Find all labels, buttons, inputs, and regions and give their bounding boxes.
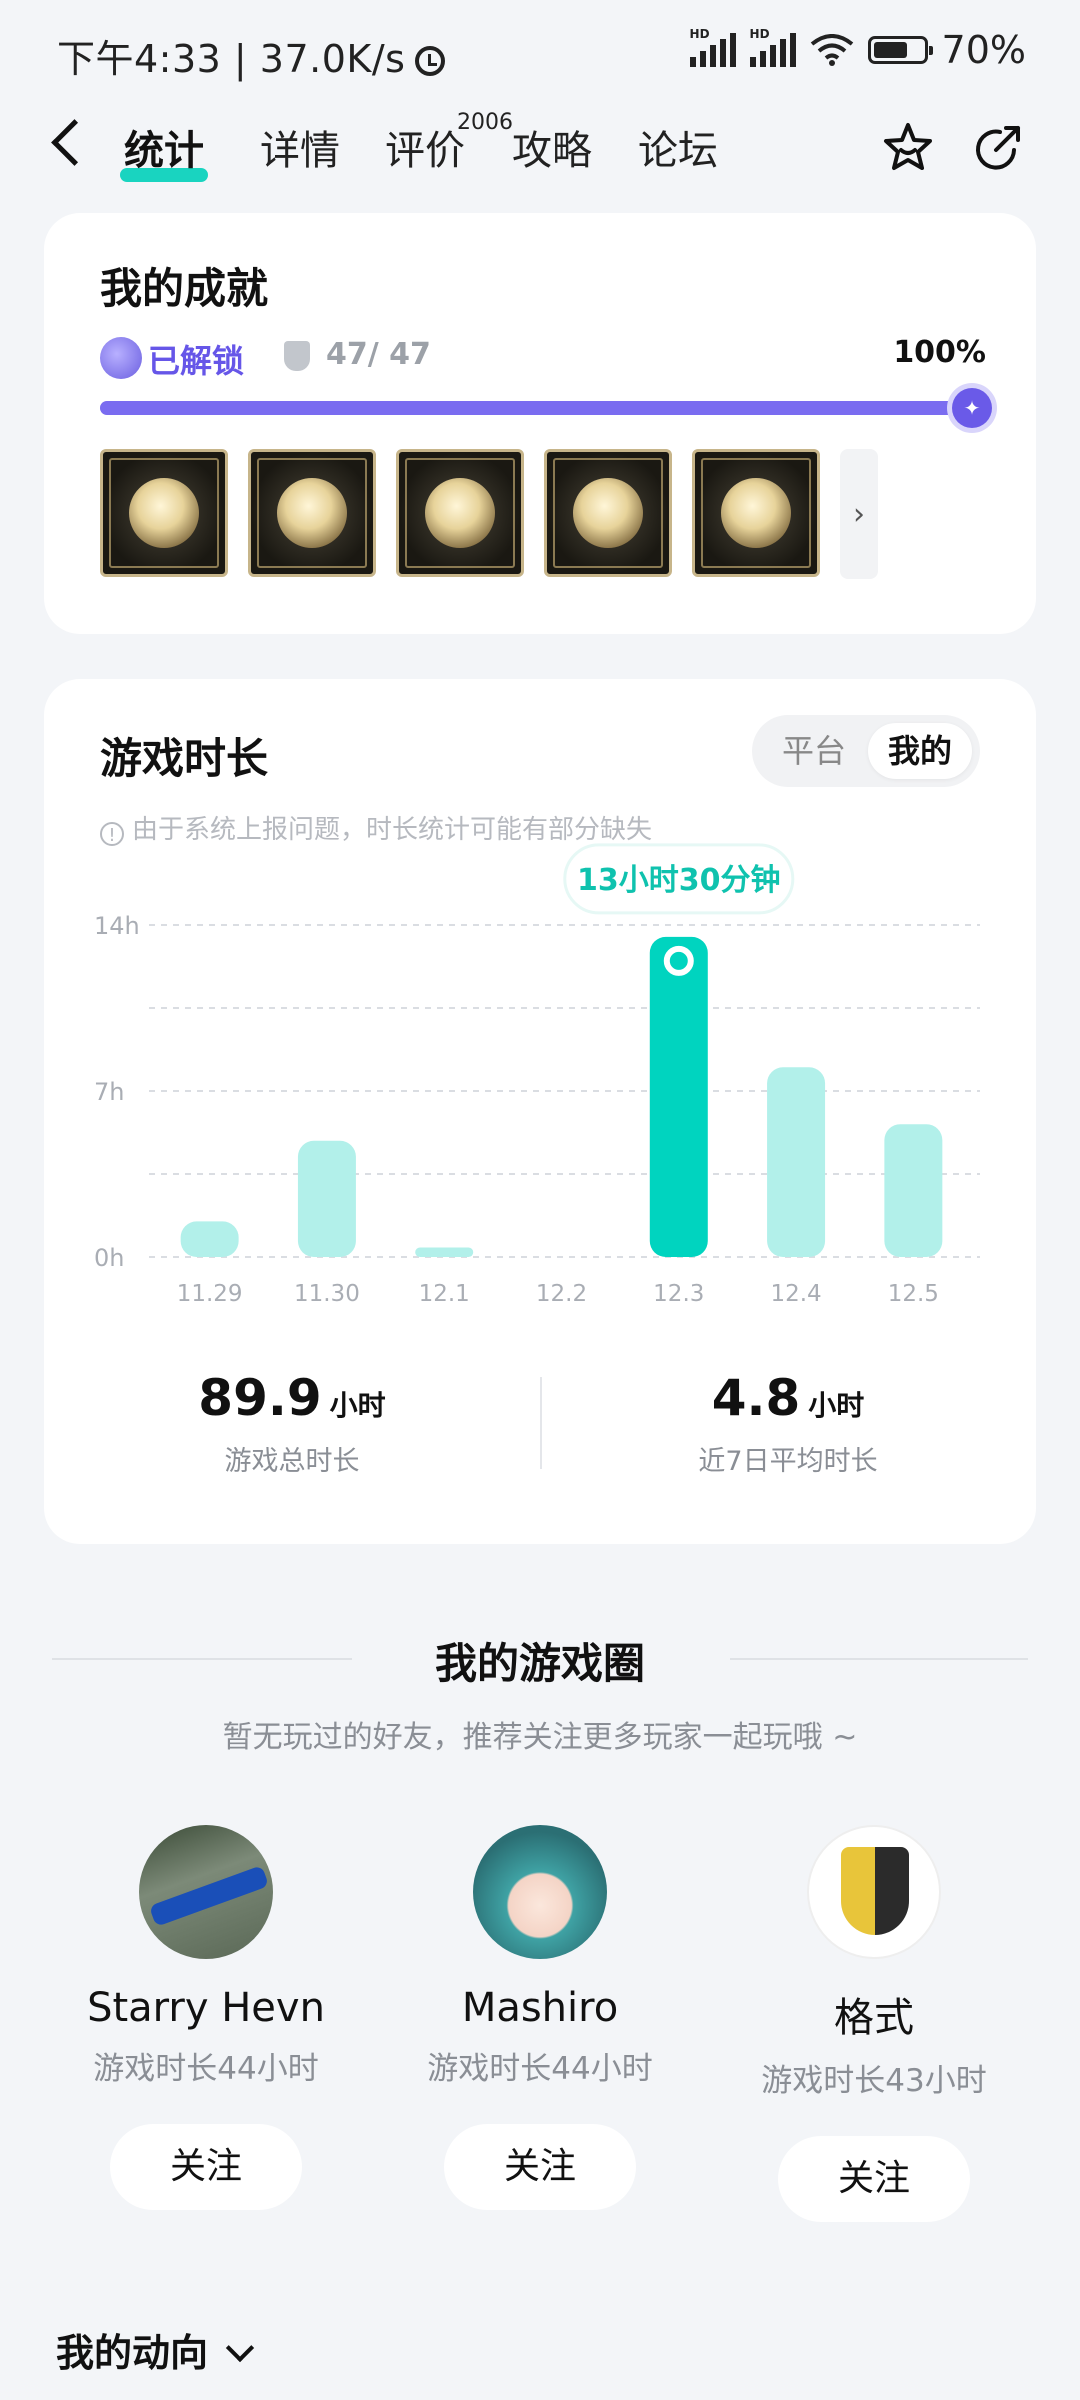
chart-bar[interactable] — [884, 1124, 943, 1257]
x-tick-label: 12.5 — [888, 1281, 939, 1307]
badge-list: › — [100, 449, 878, 579]
status-time: 下午4:33 | 37.0K/s — [57, 28, 446, 83]
achievement-badge-icon[interactable] — [396, 449, 524, 577]
chart-bar[interactable] — [180, 1221, 239, 1257]
achievement-percent: 100% — [893, 335, 986, 370]
status-time-text: 下午4:33 | 37.0K/s — [57, 37, 406, 81]
follow-button[interactable]: 关注 — [444, 2124, 636, 2210]
sparkle-icon: ✦ — [952, 388, 992, 428]
friend-playtime: 游戏时长44小时 — [427, 2051, 653, 2087]
tab-details[interactable]: 详情 — [260, 118, 340, 176]
achievement-count: 47/ 47 — [326, 337, 431, 372]
friend-card: Mashiro 游戏时长44小时 关注 — [372, 1825, 708, 2210]
avg-unit: 小时 — [808, 1389, 865, 1422]
chart-bar[interactable] — [649, 936, 708, 1257]
trophy-icon — [284, 341, 310, 371]
signal-icon: HD — [689, 27, 736, 67]
share-icon[interactable] — [970, 120, 1026, 176]
tab-forum[interactable]: 论坛 — [638, 118, 718, 176]
x-tick-label: 12.2 — [536, 1281, 587, 1307]
avatar[interactable] — [473, 1825, 607, 1959]
achievement-progress-bar: ✦ — [100, 388, 992, 428]
chevron-down-icon — [225, 2333, 255, 2363]
review-count-badge: 2006 — [457, 110, 513, 135]
y-tick-label: 7h — [94, 1078, 124, 1106]
status-icons: HD HD 70% — [689, 27, 1026, 72]
avg-playtime: 4.8 小时 近7日平均时长 — [540, 1369, 1036, 1478]
follow-button[interactable]: 关注 — [778, 2136, 970, 2222]
battery-percent: 70% — [941, 28, 1026, 72]
achievement-badge-icon[interactable] — [544, 449, 672, 577]
friend-playtime: 游戏时长44小时 — [93, 2051, 319, 2087]
signal-label: HD — [689, 27, 710, 41]
playtime-stats: 89.9 小时 游戏总时长 4.8 小时 近7日平均时长 — [44, 1369, 1036, 1479]
follow-button[interactable]: 关注 — [110, 2124, 302, 2210]
dynamics-label: 我的动向 — [56, 2331, 209, 2375]
friend-name: Starry Hevn — [87, 1985, 325, 2031]
avg-label: 近7日平均时长 — [698, 1446, 878, 1477]
avatar[interactable] — [807, 1825, 941, 1959]
chart-bar[interactable] — [415, 1247, 474, 1257]
signal-label: HD — [749, 27, 770, 41]
tab-reviews[interactable]: 评价 — [385, 118, 465, 176]
achievement-badge-icon[interactable] — [248, 449, 376, 577]
x-tick-label: 12.3 — [653, 1281, 704, 1307]
x-tick-label: 12.1 — [419, 1281, 470, 1307]
signal-icon: HD — [749, 27, 796, 67]
chart-bar[interactable] — [767, 1067, 826, 1257]
my-dynamics-toggle[interactable]: 我的动向 — [56, 2322, 255, 2377]
chart-bar[interactable] — [297, 1140, 356, 1257]
y-tick-label: 14h — [94, 912, 140, 940]
achievement-badge-icon[interactable] — [692, 449, 820, 577]
back-icon[interactable] — [51, 119, 98, 166]
tab-guides[interactable]: 攻略 — [512, 118, 592, 176]
total-value: 89.9 — [198, 1369, 322, 1427]
unlocked-label: 已解锁 — [148, 342, 245, 380]
friend-playtime: 游戏时长43小时 — [761, 2063, 987, 2099]
star-icon[interactable] — [880, 120, 936, 176]
x-tick-label: 12.4 — [770, 1281, 821, 1307]
total-unit: 小时 — [329, 1389, 386, 1422]
battery-icon — [867, 36, 933, 64]
status-bar: 下午4:33 | 37.0K/s HD HD 70% — [0, 0, 1080, 100]
alarm-icon — [415, 46, 446, 76]
y-tick-label: 0h — [94, 1244, 124, 1272]
avg-value: 4.8 — [711, 1369, 801, 1427]
top-nav: 统计 详情 评价 2006 攻略 论坛 — [0, 110, 1080, 190]
friend-card: 格式 游戏时长43小时 关注 — [706, 1825, 1042, 2222]
avatar[interactable] — [139, 1825, 273, 1959]
total-label: 游戏总时长 — [224, 1446, 360, 1477]
game-circle-title: 我的游戏圈 — [434, 1639, 645, 1688]
friend-name: 格式 — [834, 1995, 914, 2041]
unlock-icon — [100, 337, 142, 379]
playtime-card: 游戏时长 平台 我的 ! 由于系统上报问题，时长统计可能有部分缺失 0h 7h 14h… — [44, 679, 1036, 1544]
achievements-card: 我的成就 已解锁 47/ 47 100% ✦ › — [44, 213, 1036, 634]
game-circle-subtitle: 暂无玩过的好友，推荐关注更多玩家一起玩哦 ~ — [222, 1720, 858, 1755]
total-playtime: 89.9 小时 游戏总时长 — [44, 1369, 540, 1478]
friend-card: Starry Hevn 游戏时长44小时 关注 — [38, 1825, 374, 2210]
achievements-title: 我的成就 — [100, 264, 269, 313]
wifi-icon — [810, 34, 853, 66]
tab-stats[interactable]: 统计 — [120, 118, 208, 182]
friend-name: Mashiro — [461, 1985, 619, 2031]
achievement-badge-icon[interactable] — [100, 449, 228, 577]
tooltip-text: 13小时30分钟 — [577, 863, 781, 898]
x-tick-label: 11.30 — [294, 1281, 360, 1307]
x-tick-label: 11.29 — [177, 1281, 243, 1307]
chevron-right-icon[interactable]: › — [840, 449, 878, 579]
